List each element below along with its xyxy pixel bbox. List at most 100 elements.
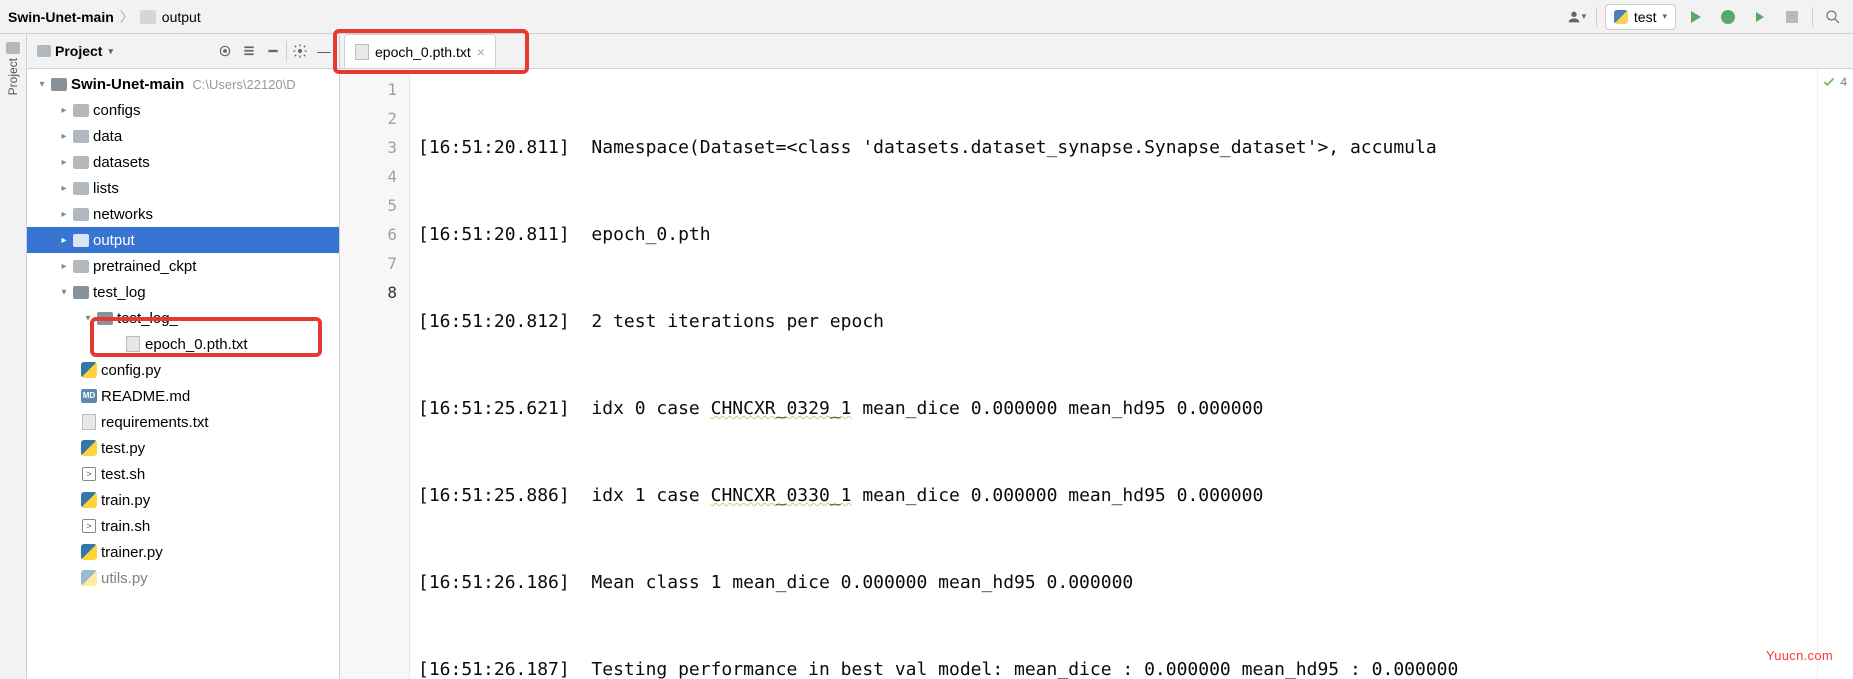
tree-folder-test-log-sub[interactable]: ▾test_log_ (27, 305, 339, 331)
python-file-icon (81, 544, 97, 560)
tree-folder-lists[interactable]: ▸lists (27, 175, 339, 201)
tree-label: configs (93, 102, 141, 119)
project-panel-header: Project ▾ — (27, 34, 339, 69)
folder-icon (73, 286, 89, 299)
chevron-right-icon: ▸ (57, 131, 71, 142)
collapse-all-button[interactable] (262, 40, 284, 62)
run-button[interactable] (1684, 5, 1708, 29)
code-line: [16:51:26.186] Mean class 1 mean_dice 0.… (418, 568, 1817, 597)
tree-root-path: C:\Users\22120\D (192, 77, 295, 92)
tree-file-requirements[interactable]: requirements.txt (27, 409, 339, 435)
tree-label: test.sh (101, 466, 145, 483)
user-dropdown-button[interactable]: ▾ (1564, 5, 1588, 29)
line-number: 5 (340, 191, 397, 220)
run-coverage-icon (1756, 12, 1764, 22)
toolbar-right: ▾ test ▾ (1564, 4, 1845, 30)
python-file-icon (81, 570, 97, 586)
tab-label: epoch_0.pth.txt (375, 44, 471, 60)
chevron-right-icon: ▸ (57, 261, 71, 272)
tree-root[interactable]: ▾ Swin-Unet-main C:\Users\22120\D (27, 71, 339, 97)
code-line: [16:51:25.621] idx 0 case CHNCXR_0329_1 … (418, 394, 1817, 423)
tree-label: Swin-Unet-main (71, 76, 184, 93)
folder-icon (73, 260, 89, 273)
project-tool-button[interactable]: Project (6, 42, 20, 95)
tree-file-utils-py[interactable]: utils.py (27, 565, 339, 591)
stop-icon (1786, 11, 1798, 23)
tree-label: test.py (101, 440, 145, 457)
project-tree[interactable]: ▾ Swin-Unet-main C:\Users\22120\D ▸confi… (27, 69, 339, 679)
python-file-icon (81, 492, 97, 508)
folder-icon (51, 78, 67, 91)
tree-file-train-sh[interactable]: > train.sh (27, 513, 339, 539)
python-file-icon (81, 440, 97, 456)
tree-label: train.sh (101, 518, 150, 535)
tree-folder-datasets[interactable]: ▸datasets (27, 149, 339, 175)
editor-area: epoch_0.pth.txt × 1 2 3 4 5 6 7 8 [16:51… (340, 34, 1853, 679)
tree-file-trainer-py[interactable]: trainer.py (27, 539, 339, 565)
tree-folder-output[interactable]: ▸output (27, 227, 339, 253)
folder-icon (73, 130, 89, 143)
tree-label: test_log (93, 284, 146, 301)
separator (1812, 7, 1813, 27)
code-body[interactable]: [16:51:20.811] Namespace(Dataset=<class … (410, 69, 1817, 679)
left-tool-stripe: Project (0, 34, 27, 679)
code-line: [16:51:25.886] idx 1 case CHNCXR_0330_1 … (418, 481, 1817, 510)
editor-tab[interactable]: epoch_0.pth.txt × (344, 34, 496, 68)
tree-folder-pretrained-ckpt[interactable]: ▸pretrained_ckpt (27, 253, 339, 279)
breadcrumb-root[interactable]: Swin-Unet-main (8, 9, 114, 25)
line-number: 4 (340, 162, 397, 191)
tree-label: README.md (101, 388, 190, 405)
locate-button[interactable] (214, 40, 236, 62)
expand-all-button[interactable] (238, 40, 260, 62)
chevron-down-icon: ▾ (81, 313, 95, 324)
debug-button[interactable] (1716, 5, 1740, 29)
inspection-badge[interactable]: 4 (1822, 75, 1847, 89)
check-icon (1822, 75, 1836, 89)
tree-folder-test-log[interactable]: ▾ test_log (27, 279, 339, 305)
tree-file-train-py[interactable]: train.py (27, 487, 339, 513)
project-panel-title[interactable]: Project ▾ (31, 43, 113, 59)
line-number-gutter: 1 2 3 4 5 6 7 8 (340, 69, 410, 679)
shell-file-icon: > (82, 519, 96, 533)
tree-label: data (93, 128, 122, 145)
line-number: 6 (340, 220, 397, 249)
top-toolbar: Swin-Unet-main 〉 output ▾ test ▾ (0, 0, 1853, 34)
search-button[interactable] (1821, 5, 1845, 29)
run-config-selector[interactable]: test ▾ (1605, 4, 1676, 30)
folder-icon (37, 45, 51, 57)
python-file-icon (81, 362, 97, 378)
chevron-right-icon: ▸ (57, 183, 71, 194)
coverage-button[interactable] (1748, 5, 1772, 29)
folder-icon (6, 42, 20, 54)
tree-folder-data[interactable]: ▸ data (27, 123, 339, 149)
folder-icon (97, 312, 113, 325)
tree-label: config.py (101, 362, 161, 379)
tree-file-epoch-txt[interactable]: epoch_0.pth.txt (27, 331, 339, 357)
hide-button[interactable]: — (313, 40, 335, 62)
settings-button[interactable] (289, 40, 311, 62)
chevron-down-icon: ▾ (57, 287, 71, 298)
separator (286, 41, 287, 61)
code-line: [16:51:20.811] epoch_0.pth (418, 220, 1817, 249)
close-tab-button[interactable]: × (477, 44, 485, 60)
tree-folder-configs[interactable]: ▸configs (27, 97, 339, 123)
shell-file-icon: > (82, 467, 96, 481)
inspection-gutter[interactable]: 4 (1817, 69, 1853, 679)
breadcrumb[interactable]: Swin-Unet-main 〉 output (8, 7, 201, 27)
tree-label: datasets (93, 154, 150, 171)
breadcrumb-output[interactable]: output (162, 9, 201, 25)
stop-button[interactable] (1780, 5, 1804, 29)
folder-icon (73, 208, 89, 221)
tree-file-readme[interactable]: MD README.md (27, 383, 339, 409)
watermark: Yuucn.com (1766, 648, 1833, 663)
tree-file-test-py[interactable]: test.py (27, 435, 339, 461)
chevron-right-icon: 〉 (120, 7, 134, 27)
project-title-text: Project (55, 43, 102, 59)
chevron-down-icon: ▾ (108, 46, 113, 57)
markdown-file-icon: MD (81, 389, 97, 403)
python-icon (1614, 10, 1628, 24)
tree-file-config-py[interactable]: config.py (27, 357, 339, 383)
tree-file-test-sh[interactable]: > test.sh (27, 461, 339, 487)
code-line: [16:51:26.187] Testing performance in be… (418, 655, 1817, 679)
tree-folder-networks[interactable]: ▸networks (27, 201, 339, 227)
